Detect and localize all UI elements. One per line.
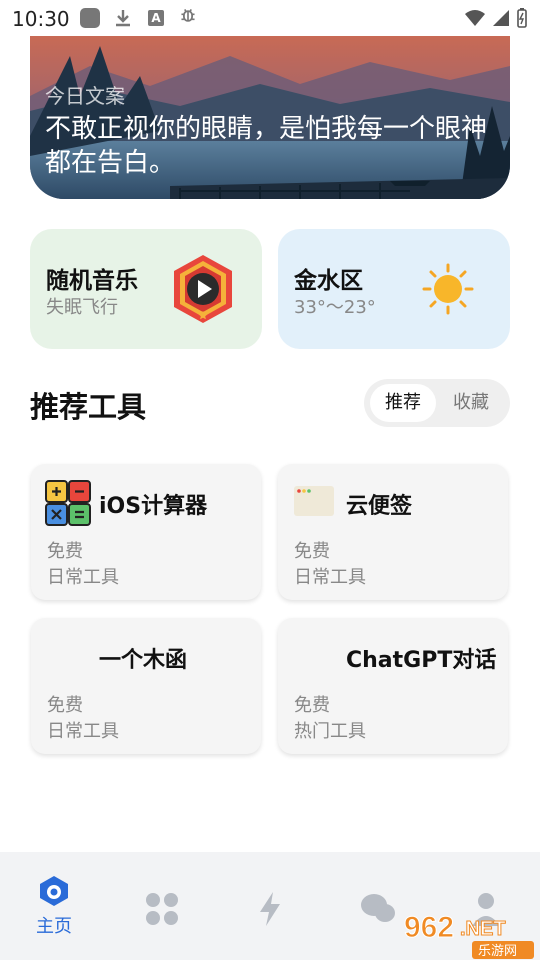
status-bar: 10:30 A (0, 0, 540, 36)
home-icon (40, 876, 68, 906)
grid-icon (146, 893, 178, 925)
nav-chat[interactable] (348, 874, 408, 940)
tool-card-chatgpt[interactable]: ChatGPT对话 免费 热门工具 (278, 618, 508, 754)
svg-text:乐游网: 乐游网 (478, 944, 517, 959)
tool-name: ChatGPT对话 (346, 648, 497, 673)
sun-icon (422, 263, 474, 315)
tool-card-cloud-note[interactable]: 云便签 免费 日常工具 (278, 464, 508, 600)
music-card-title: 随机音乐 (46, 268, 138, 294)
play-icon[interactable] (170, 253, 236, 325)
section-title: 推荐工具 (30, 390, 147, 424)
nav-hot[interactable] (240, 874, 300, 940)
battery-icon (517, 8, 527, 28)
tool-price: 免费 (294, 695, 330, 716)
wifi-icon (465, 10, 485, 26)
quote-tag: 今日文案 (45, 84, 125, 108)
tool-name: 云便签 (346, 494, 413, 519)
status-time: 10:30 (12, 7, 70, 31)
download-icon (116, 10, 130, 27)
weather-card[interactable]: 金水区 33°～23° (278, 229, 510, 349)
tool-card-ios-calculator[interactable]: iOS计算器 免费 日常工具 (31, 464, 261, 600)
tool-price: 免费 (47, 541, 83, 562)
daily-quote-banner[interactable]: 今日文案 不敢正视你的眼睛，是怕我每一个眼神都在告白。 (30, 36, 510, 199)
tab-favorites[interactable]: 收藏 (438, 384, 504, 422)
watermark-logo: 962 .NET 乐游网 (400, 905, 540, 960)
music-card-subtitle: 失眠飞行 (46, 297, 118, 318)
quote-text: 不敢正视你的眼睛，是怕我每一个眼神都在告白。 (45, 114, 488, 178)
nav-tools[interactable] (132, 874, 192, 940)
svg-text:.NET: .NET (460, 918, 506, 940)
svg-text:962: 962 (404, 911, 454, 944)
tool-category: 日常工具 (47, 721, 119, 742)
note-icon (294, 486, 334, 516)
random-music-card[interactable]: 随机音乐 失眠飞行 (30, 229, 262, 349)
tool-price: 免费 (294, 541, 330, 562)
tool-filter-toggle: 推荐 收藏 (364, 379, 510, 427)
tool-category: 日常工具 (47, 567, 119, 588)
watermark-graphic: 962 .NET 乐游网 (404, 911, 534, 959)
notification-app-icon (80, 8, 100, 28)
weather-location: 金水区 (294, 268, 363, 294)
chat-icon (361, 894, 395, 922)
weather-temperature: 33°～23° (294, 297, 376, 318)
tab-recommended[interactable]: 推荐 (370, 384, 436, 422)
text-notification-icon: A (148, 10, 164, 26)
tool-price: 免费 (47, 695, 83, 716)
tool-name: iOS计算器 (99, 494, 208, 519)
tool-category: 日常工具 (294, 567, 366, 588)
tool-name: 一个木函 (99, 648, 188, 673)
tool-card-one-wooden-box[interactable]: 一个木函 免费 日常工具 (31, 618, 261, 754)
bolt-icon (260, 892, 280, 926)
calculator-icon (45, 480, 91, 526)
nav-home[interactable]: 主页 (24, 874, 84, 940)
bug-icon (181, 9, 195, 22)
nav-home-label: 主页 (36, 916, 72, 937)
tool-category: 热门工具 (294, 721, 366, 742)
signal-icon (493, 10, 509, 26)
